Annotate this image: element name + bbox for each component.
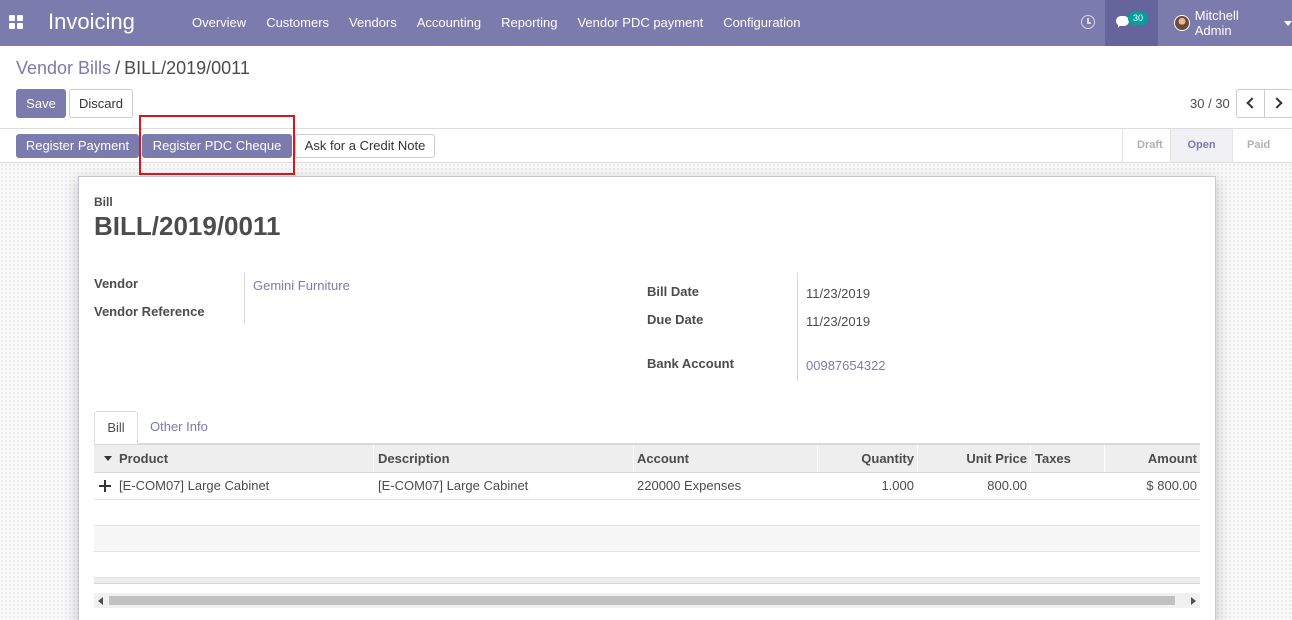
stage-open[interactable]: Open xyxy=(1170,129,1232,162)
column-description[interactable]: Description xyxy=(378,445,450,472)
breadcrumb-vendor-bills[interactable]: Vendor Bills xyxy=(16,58,111,78)
chevron-left-icon xyxy=(1246,97,1258,109)
bank-account-label: Bank Account xyxy=(647,356,734,371)
top-navbar: Invoicing Overview Customers Vendors Acc… xyxy=(0,0,1292,46)
caret-down-icon xyxy=(1284,20,1292,26)
register-payment-button[interactable]: Register Payment xyxy=(16,134,139,158)
main-menu: Overview Customers Vendors Accounting Re… xyxy=(182,0,811,46)
activity-clock-icon[interactable] xyxy=(1081,15,1095,29)
scroll-left-icon[interactable] xyxy=(98,597,103,605)
empty-row xyxy=(94,552,1200,578)
table-header: Product Description Account Quantity Uni… xyxy=(94,444,1200,473)
sort-caret-icon[interactable] xyxy=(104,456,112,461)
pager-next-button[interactable] xyxy=(1264,89,1292,118)
column-product[interactable]: Product xyxy=(119,445,168,472)
vendor-label: Vendor xyxy=(94,276,139,291)
cell-product: [E-COM07] Large Cabinet xyxy=(119,478,270,493)
menu-customers[interactable]: Customers xyxy=(256,0,339,46)
document-type-label: Bill xyxy=(94,195,113,209)
menu-overview[interactable]: Overview xyxy=(182,0,256,46)
bill-number: BILL/2019/0011 xyxy=(94,211,281,241)
tab-bill[interactable]: Bill xyxy=(94,411,138,444)
vendor-field[interactable]: Gemini Furniture xyxy=(253,278,350,293)
column-taxes[interactable]: Taxes xyxy=(1035,445,1071,472)
scrollbar-thumb[interactable] xyxy=(109,596,1175,605)
messaging-menu[interactable]: 30 xyxy=(1105,0,1158,46)
empty-row xyxy=(94,500,1200,526)
highlight-annotation-box xyxy=(139,115,295,175)
drag-handle-icon[interactable] xyxy=(99,480,111,492)
user-avatar xyxy=(1174,15,1190,31)
menu-reporting[interactable]: Reporting xyxy=(491,0,567,46)
field-separator xyxy=(244,273,245,324)
menu-vendors[interactable]: Vendors xyxy=(339,0,407,46)
vendor-reference-label: Vendor Reference xyxy=(94,304,205,319)
pager-value[interactable]: 30 / 30 xyxy=(1190,96,1230,111)
breadcrumb-current: BILL/2019/0011 xyxy=(124,58,250,78)
column-quantity[interactable]: Quantity xyxy=(817,445,914,472)
breadcrumb: Vendor Bills / BILL/2019/0011 xyxy=(16,58,250,79)
vendor-reference-field[interactable] xyxy=(253,304,633,322)
user-menu[interactable]: Mitchell Admin xyxy=(1174,0,1292,46)
column-account[interactable]: Account xyxy=(637,445,689,472)
column-unit-price[interactable]: Unit Price xyxy=(917,445,1027,472)
app-title: Invoicing xyxy=(48,9,135,34)
cell-amount: $ 800.00 xyxy=(1146,478,1197,493)
credit-note-button[interactable]: Ask for a Credit Note xyxy=(295,134,435,158)
menu-configuration[interactable]: Configuration xyxy=(713,0,810,46)
cell-description: [E-COM07] Large Cabinet xyxy=(378,478,529,493)
chevron-right-icon xyxy=(1271,97,1283,109)
table-row[interactable]: [E-COM07] Large Cabinet [E-COM07] Large … xyxy=(94,473,1200,500)
cell-unit-price: 800.00 xyxy=(987,478,1027,493)
invoice-lines-table: Product Description Account Quantity Uni… xyxy=(94,444,1200,584)
user-name: Mitchell Admin xyxy=(1194,8,1239,38)
status-stages: Draft Open Paid xyxy=(1122,129,1292,162)
tab-other-info[interactable]: Other Info xyxy=(150,411,208,444)
due-date-field[interactable]: 11/23/2019 xyxy=(806,314,870,329)
column-separator xyxy=(633,445,634,472)
scroll-right-icon[interactable] xyxy=(1191,597,1196,605)
stage-draft[interactable]: Draft xyxy=(1122,129,1170,162)
stage-paid[interactable]: Paid xyxy=(1232,129,1292,162)
bill-date-field[interactable]: 11/23/2019 xyxy=(806,286,870,301)
horizontal-scrollbar[interactable] xyxy=(94,593,1200,608)
menu-vendor-pdc-payment[interactable]: Vendor PDC payment xyxy=(567,0,713,46)
cell-quantity: 1.000 xyxy=(881,478,914,493)
bill-date-label: Bill Date xyxy=(647,284,700,299)
field-separator xyxy=(797,273,798,381)
messages-count-badge: 30 xyxy=(1128,12,1149,25)
due-date-label: Due Date xyxy=(647,312,704,327)
form-sheet: Bill BILL/2019/0011 Vendor Vendor Refere… xyxy=(78,176,1216,620)
menu-accounting[interactable]: Accounting xyxy=(407,0,491,46)
discard-button[interactable]: Discard xyxy=(69,89,133,118)
pager-previous-button[interactable] xyxy=(1236,89,1265,118)
table-footer xyxy=(94,578,1200,584)
empty-row xyxy=(94,526,1200,552)
cell-account: 220000 Expenses xyxy=(637,478,742,493)
column-separator xyxy=(1030,445,1031,472)
breadcrumb-separator: / xyxy=(115,58,121,78)
column-amount[interactable]: Amount xyxy=(1104,445,1197,472)
apps-menu-icon[interactable] xyxy=(9,15,23,29)
save-button[interactable]: Save xyxy=(16,89,66,118)
column-separator xyxy=(373,445,374,472)
bank-account-field[interactable]: 00987654322 xyxy=(806,358,886,373)
